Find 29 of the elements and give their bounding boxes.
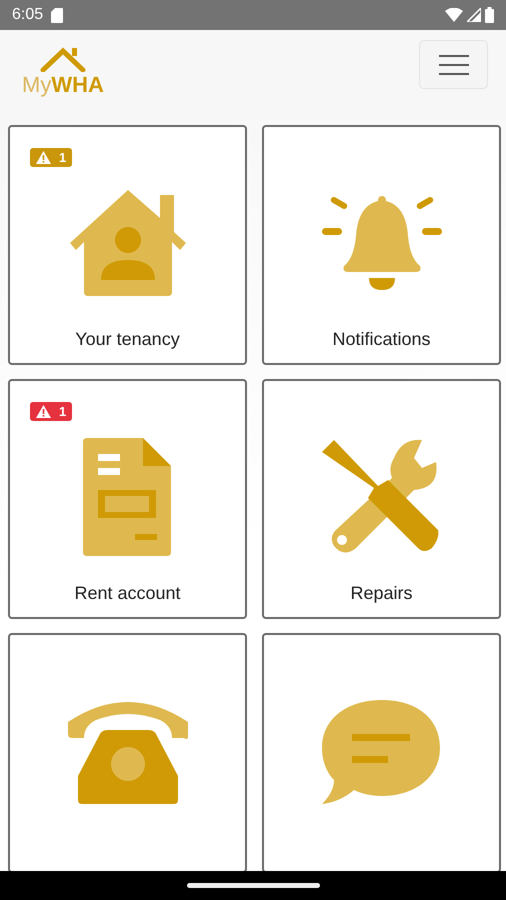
menu-tile[interactable]: Notifications xyxy=(262,125,501,365)
menu-tile[interactable]: 1 Your tenancy xyxy=(8,125,247,365)
tile-label: Notifications xyxy=(332,329,431,350)
tile-label: Rent account xyxy=(74,583,181,604)
wifi-icon xyxy=(445,8,463,22)
speech-bubble-icon xyxy=(322,700,442,804)
home-handle[interactable] xyxy=(186,883,320,888)
signal-icon xyxy=(467,8,481,22)
badge-count: 1 xyxy=(59,150,66,165)
sd-card-icon xyxy=(51,8,64,22)
bell-icon xyxy=(322,196,442,292)
menu-tile[interactable]: 1 Rent account xyxy=(8,379,247,619)
badge-count: 1 xyxy=(59,404,66,419)
logo-text: MyWHA xyxy=(22,74,104,96)
warning-icon xyxy=(36,151,51,164)
roof-icon xyxy=(38,46,87,72)
telephone-icon xyxy=(68,700,188,804)
document-icon xyxy=(82,438,172,558)
tile-label: Repairs xyxy=(350,583,413,604)
tile-label: Your tenancy xyxy=(75,329,180,350)
menu-tile[interactable] xyxy=(8,633,247,871)
menu-tile[interactable] xyxy=(262,633,501,871)
menu-button[interactable] xyxy=(419,40,488,89)
menu-icon xyxy=(438,54,468,74)
status-time: 6:05 xyxy=(12,6,44,24)
battery-icon xyxy=(485,7,494,23)
warning-icon xyxy=(36,405,51,418)
house-person-icon xyxy=(68,190,188,298)
menu-tile[interactable]: Repairs xyxy=(262,379,501,619)
